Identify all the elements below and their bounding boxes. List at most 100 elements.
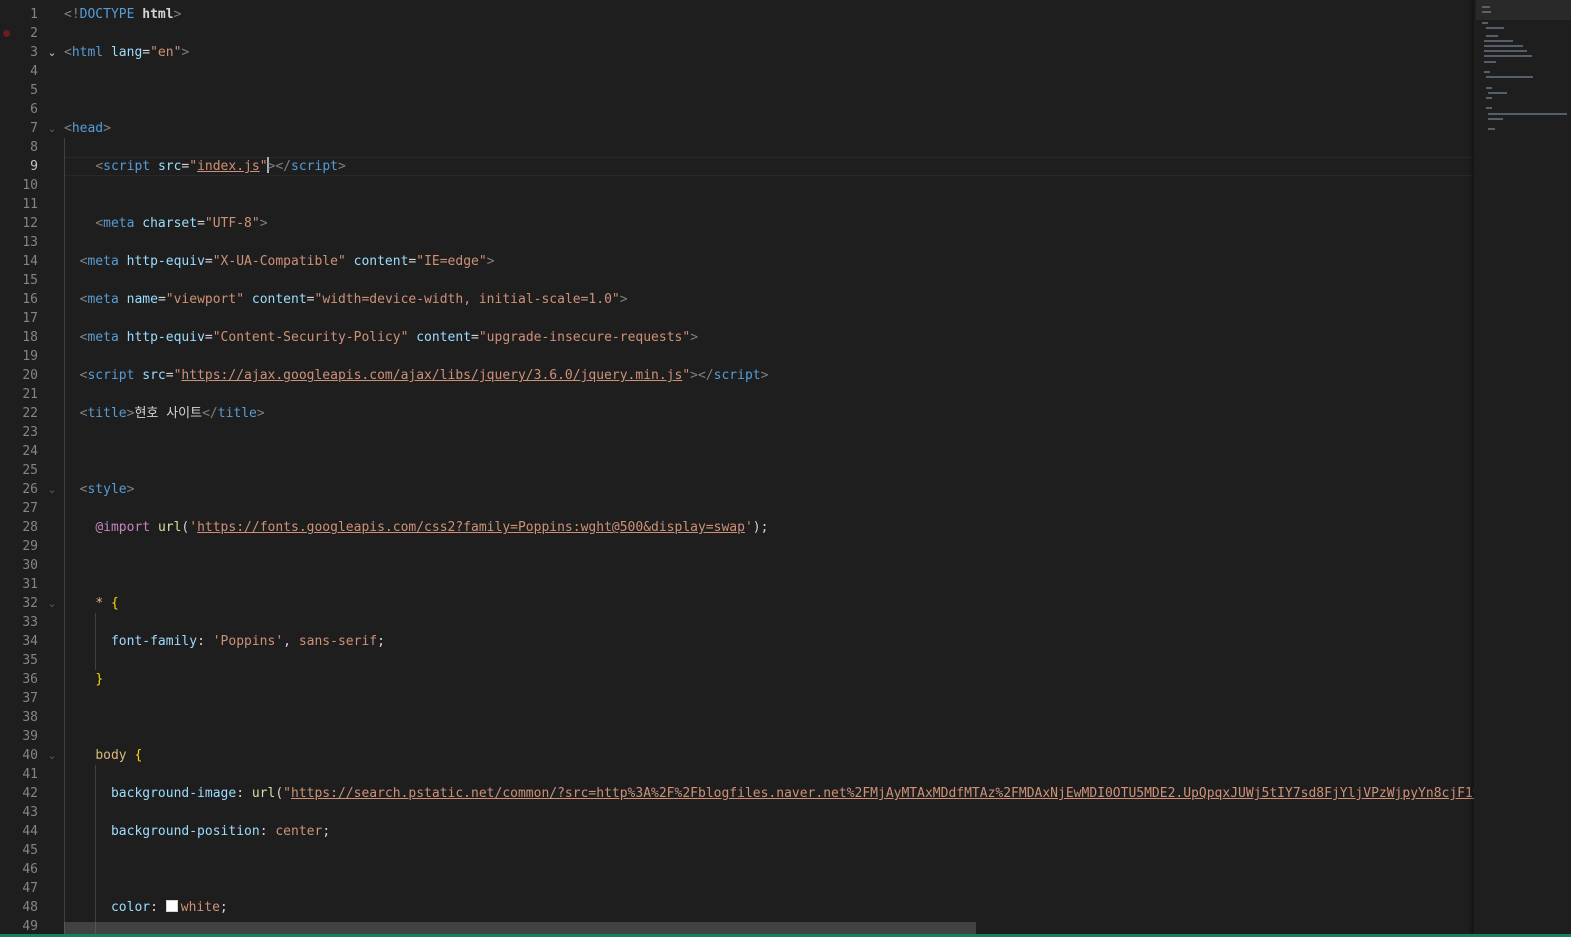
fold-chevron-icon[interactable]: ⌄ (46, 119, 58, 138)
code-token: = (306, 292, 315, 307)
code-token: " (682, 368, 691, 383)
code-token: script (103, 159, 151, 174)
code-line[interactable]: <head> (64, 119, 111, 138)
line-number: 46 (22, 862, 38, 877)
code-line[interactable]: <meta name="viewport" content="width=dev… (64, 290, 628, 309)
code-token: head (71, 121, 104, 136)
code-token: https://search.pstatic.net/common/?src=h… (291, 786, 1474, 801)
fold-chevron-icon[interactable]: ⌄ (46, 746, 58, 765)
code-token: script (291, 159, 338, 174)
code-line[interactable]: <!DOCTYPE html> (64, 5, 181, 24)
fold-chevron-icon[interactable]: ⌄ (46, 480, 58, 499)
code-line[interactable]: * { (64, 594, 118, 613)
code-line[interactable]: background-image: url("https://search.ps… (64, 784, 1474, 803)
code-line[interactable]: <html lang="en"> (64, 43, 189, 62)
fold-chevron-icon[interactable]: ⌄ (46, 594, 58, 613)
code-token: https://ajax.googleapis.com/ajax/libs/jq… (181, 368, 683, 383)
line-number: 47 (22, 881, 38, 896)
code-token: </ (202, 406, 218, 421)
code-token: "width=device-width, initial-scale=1.0" (314, 292, 620, 307)
code-token: > (760, 368, 769, 383)
line-number: 43 (22, 805, 38, 820)
code-token: > (173, 7, 182, 22)
code-line[interactable]: <meta http-equiv="Content-Security-Polic… (64, 328, 698, 347)
code-token: background-image (110, 786, 237, 801)
line-number: 19 (22, 349, 38, 364)
code-token: DOCTYPE (79, 7, 135, 22)
code-line[interactable]: <meta http-equiv="X-UA-Compatible" conte… (64, 252, 495, 271)
code-token: src (157, 159, 182, 174)
code-line[interactable]: <title>현호 사이트</title> (64, 404, 265, 423)
code-line[interactable]: body { (64, 746, 142, 765)
code-token: "upgrade-insecure-requests" (478, 330, 691, 345)
line-number: 10 (22, 178, 38, 193)
line-number: 11 (22, 197, 38, 212)
line-number: 38 (22, 710, 38, 725)
code-line[interactable]: <meta charset="UTF-8"> (64, 214, 267, 233)
code-line[interactable]: color: white; (64, 898, 228, 917)
line-number: 22 (22, 406, 38, 421)
code-token: <! (64, 7, 80, 22)
minimap-line (1486, 34, 1499, 37)
code-token: content (251, 292, 307, 307)
line-number: 20 (22, 368, 38, 383)
line-number: 13 (22, 235, 38, 250)
line-number-gutter[interactable]: 1 2 3 ⌄ 4 5 6 7 ⌄ 8 9 10 11 12 13 14 15 16 17 18 19 20 21 22 23 2… (0, 0, 64, 937)
line-number: 18 (22, 330, 38, 345)
minimap[interactable] (1474, 0, 1571, 937)
code-line[interactable]: <script src="index.js"></script> (64, 157, 346, 176)
line-number: 44 (22, 824, 38, 839)
code-token: "UTF-8" (204, 216, 260, 231)
color-swatch-icon[interactable] (165, 900, 178, 912)
code-token: 현호 사이트 (134, 406, 203, 421)
line-number: 25 (22, 463, 38, 478)
fold-chevron-icon[interactable]: ⌄ (46, 43, 58, 62)
code-token: "IE=edge" (416, 254, 487, 269)
line-number: 5 (30, 83, 38, 98)
code-token: charset (142, 216, 198, 231)
minimap-line (1484, 45, 1523, 47)
minimap-slider[interactable] (1476, 0, 1571, 20)
code-token: ; (219, 900, 228, 915)
code-editor[interactable]: 1 2 3 ⌄ 4 5 6 7 ⌄ 8 9 10 11 12 13 14 15 16 17 18 19 20 21 22 23 2… (0, 0, 1571, 937)
code-token: </ (697, 368, 714, 383)
horizontal-scrollbar-thumb[interactable] (64, 922, 976, 934)
line-number: 16 (22, 292, 38, 307)
line-number: 6 (30, 102, 38, 117)
code-token: ; (322, 824, 331, 839)
minimap-line (1486, 86, 1492, 89)
minimap-line (1484, 71, 1490, 73)
line-number: 1 (30, 7, 38, 22)
code-token: meta (103, 216, 135, 231)
line-number: 45 (22, 843, 38, 858)
code-line[interactable]: <script src="https://ajax.googleapis.com… (64, 366, 769, 385)
code-line[interactable]: font-family: 'Poppins', sans-serif; (64, 632, 385, 651)
minimap-line (1488, 112, 1567, 115)
code-line[interactable]: <style> (64, 480, 135, 499)
code-token: </ (275, 159, 292, 174)
line-number: 23 (22, 425, 38, 440)
line-number: 35 (22, 653, 38, 668)
code-token: content (416, 330, 472, 345)
code-token: ); (752, 520, 769, 535)
code-line[interactable]: } (64, 670, 103, 689)
code-area[interactable]: <!DOCTYPE html> <html lang="en"> <head> <s… (64, 0, 1474, 937)
line-number: 3 (30, 45, 38, 60)
code-token: meta (87, 330, 119, 345)
code-token: https://fonts.googleapis.com/css2?family… (197, 520, 745, 535)
code-token: ' (189, 520, 198, 535)
code-token: : (259, 824, 276, 839)
code-line[interactable]: @import url('https://fonts.googleapis.co… (64, 518, 768, 537)
code-token: : (150, 900, 166, 915)
code-line[interactable]: background-position: center; (64, 822, 330, 841)
